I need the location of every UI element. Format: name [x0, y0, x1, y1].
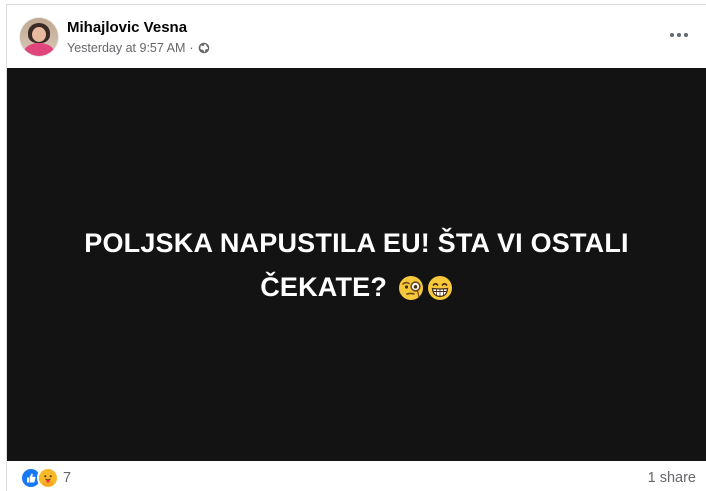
reaction-count: 7 — [63, 470, 72, 486]
reactions-summary[interactable]: 7 — [20, 467, 71, 489]
timestamp[interactable]: Yesterday at 9:57 AM — [67, 40, 185, 56]
media-text-block: POLJSKA NAPUSTILA EU! ŠTA VI OSTALI ČEKA… — [57, 221, 657, 309]
face-with-monocle-emoji — [398, 270, 424, 300]
post-media[interactable]: POLJSKA NAPUSTILA EU! ŠTA VI OSTALI ČEKA… — [7, 68, 706, 461]
media-text: POLJSKA NAPUSTILA EU! ŠTA VI OSTALI ČEKA… — [84, 227, 629, 302]
care-icon — [37, 467, 59, 489]
share-count[interactable]: 1 share — [648, 470, 696, 486]
grinning-face-emoji — [427, 270, 453, 300]
avatar[interactable] — [20, 18, 58, 56]
facebook-post: Mihajlovic Vesna Yesterday at 9:57 AM · … — [0, 0, 706, 491]
post-subtitle: Yesterday at 9:57 AM · — [67, 40, 210, 56]
separator: · — [189, 41, 194, 55]
more-options-icon[interactable] — [666, 22, 692, 48]
globe-icon[interactable] — [198, 42, 210, 54]
post-header: Mihajlovic Vesna Yesterday at 9:57 AM · — [20, 16, 210, 58]
post-meta: Mihajlovic Vesna Yesterday at 9:57 AM · — [67, 18, 210, 56]
author-name[interactable]: Mihajlovic Vesna — [67, 18, 210, 37]
post-footer: 7 1 share — [20, 466, 696, 490]
